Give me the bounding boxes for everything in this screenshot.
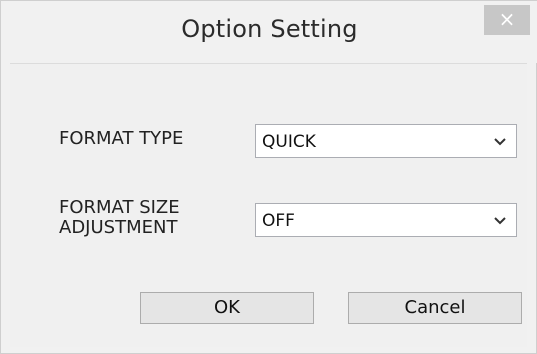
dialog-body: FORMAT TYPE QUICK FORMAT SIZE ADJUSTMENT… xyxy=(10,63,527,347)
close-icon: × xyxy=(498,7,516,31)
dialog-title: Option Setting xyxy=(181,15,358,43)
format-size-adjustment-value: OFF xyxy=(262,211,295,231)
format-size-adjustment-label: FORMAT SIZE ADJUSTMENT xyxy=(59,198,180,238)
format-size-adjustment-select[interactable]: OFF xyxy=(255,203,517,237)
format-type-value: QUICK xyxy=(262,132,316,152)
close-button[interactable]: × xyxy=(484,5,530,35)
cancel-button[interactable]: Cancel xyxy=(348,292,522,324)
chevron-down-icon xyxy=(494,138,506,146)
ok-button[interactable]: OK xyxy=(140,292,314,324)
format-type-select[interactable]: QUICK xyxy=(255,124,517,158)
format-type-label: FORMAT TYPE xyxy=(59,128,184,149)
option-setting-dialog: Option Setting × FORMAT TYPE QUICK FORMA… xyxy=(0,0,537,354)
title-bar: Option Setting × xyxy=(1,1,537,63)
format-size-label-line2: ADJUSTMENT xyxy=(59,217,178,238)
format-size-label-line1: FORMAT SIZE xyxy=(59,197,180,218)
chevron-down-icon xyxy=(494,217,506,225)
